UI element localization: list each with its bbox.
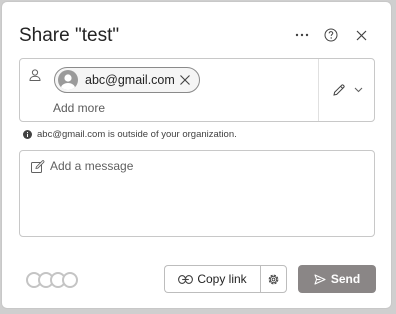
gear-icon [268, 274, 279, 284]
edit-message-icon [31, 160, 45, 173]
close-button[interactable] [350, 24, 372, 46]
recipient-chip-label: abc@gmail.com [85, 73, 175, 87]
message-field[interactable]: Add a message [19, 150, 375, 237]
more-horizontal-icon [295, 33, 309, 37]
person-icon [29, 69, 41, 81]
send-label: Send [330, 272, 361, 286]
message-placeholder: Add a message [50, 159, 134, 173]
link-settings-button[interactable] [260, 265, 287, 293]
copy-link-button[interactable]: Copy link [164, 265, 260, 293]
recipients-field[interactable]: abc@gmail.com Add more [19, 58, 375, 122]
more-options-button[interactable] [291, 24, 313, 46]
send-icon [314, 273, 326, 285]
link-icon [178, 274, 194, 284]
avatar [58, 70, 78, 90]
pencil-icon [332, 84, 345, 96]
remove-recipient-icon[interactable] [179, 74, 191, 86]
copy-link-label: Copy link [197, 272, 247, 286]
external-recipient-warning: abc@gmail.com is outside of your organiz… [23, 127, 237, 141]
help-button[interactable] [320, 24, 342, 46]
permission-dropdown[interactable] [320, 59, 374, 121]
divider [318, 59, 319, 121]
send-button[interactable]: Send [298, 265, 376, 293]
warning-text: abc@gmail.com is outside of your organiz… [37, 128, 237, 140]
help-circle-icon [324, 28, 338, 42]
close-icon [356, 30, 366, 40]
share-dialog: Share "test" abc@gmail.com Add more abc@… [1, 1, 392, 309]
recipient-chip[interactable]: abc@gmail.com [54, 67, 200, 93]
dialog-title: Share "test" [19, 25, 120, 46]
logo [26, 272, 78, 288]
info-icon [23, 129, 32, 139]
add-more-input[interactable]: Add more [53, 101, 105, 115]
chevron-down-icon [354, 87, 362, 93]
